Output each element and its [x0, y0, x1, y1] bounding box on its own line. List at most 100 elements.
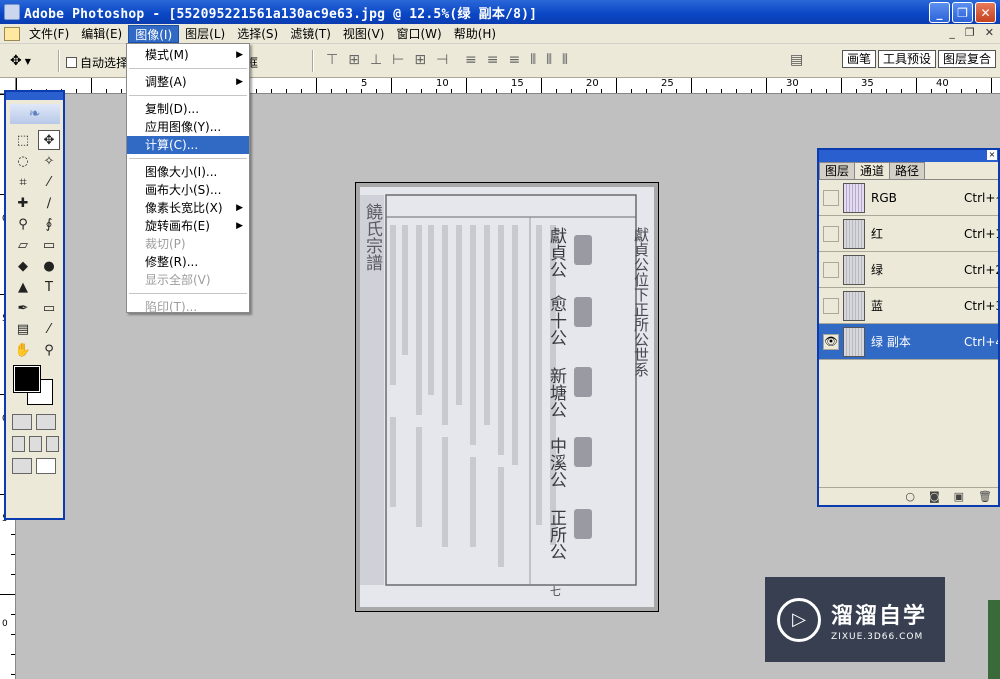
toolbox-titlebar[interactable]	[6, 92, 63, 100]
screen-mode-full-button[interactable]	[46, 436, 59, 452]
channel-row[interactable]: 绿 Ctrl+2	[819, 252, 998, 288]
move-tool-preset[interactable]: ✥ ▼	[10, 52, 46, 70]
feather-logo-icon[interactable]: ❧	[9, 104, 60, 124]
brushes-tab[interactable]: 画笔	[841, 50, 876, 68]
auto-select-checkbox[interactable]: 自动选择	[66, 54, 128, 71]
distribute-hcenter-icon[interactable]: ⫴	[546, 52, 552, 68]
magic-wand-icon[interactable]: ✧	[38, 151, 60, 171]
notes-tool-icon[interactable]: ▤	[12, 319, 34, 339]
checkbox-box[interactable]	[66, 57, 77, 68]
menu-filter[interactable]: 滤镜(T)	[284, 25, 337, 43]
align-top-icon[interactable]: ⊤	[326, 52, 338, 68]
visibility-eye-icon[interactable]: 👁	[823, 333, 839, 350]
healing-brush-icon[interactable]: ✚	[12, 193, 34, 213]
dodge-tool-icon[interactable]: ●	[38, 256, 60, 276]
menu-item[interactable]: 画布大小(S)...	[127, 181, 249, 199]
tab-channels[interactable]: 通道	[854, 162, 891, 179]
distribute-right-icon[interactable]: ⫴	[562, 52, 568, 68]
menu-item[interactable]: 修整(R)...	[127, 253, 249, 271]
screen-mode-full-menu-button[interactable]	[29, 436, 42, 452]
palette-well-icon[interactable]: ▤	[790, 52, 808, 68]
distribute-vcenter-icon[interactable]: ≡	[487, 52, 499, 68]
channel-row[interactable]: 👁 绿 副本 Ctrl+4	[819, 324, 998, 360]
shape-tool-icon[interactable]: ▭	[38, 298, 60, 318]
menu-file[interactable]: 文件(F)	[23, 25, 75, 43]
close-button[interactable]: ✕	[975, 2, 996, 23]
distribute-top-icon[interactable]: ≡	[465, 52, 477, 68]
slice-tool-icon[interactable]: ⁄	[38, 172, 60, 192]
blur-tool-icon[interactable]: ◆	[12, 256, 34, 276]
doc-minimize-button[interactable]: _	[949, 26, 955, 39]
align-hcenter-icon[interactable]: ⊞	[414, 52, 426, 68]
menu-item[interactable]: 复制(D)...	[127, 100, 249, 118]
visibility-eye-icon[interactable]	[823, 225, 839, 242]
visibility-eye-icon[interactable]	[823, 297, 839, 314]
palette-titlebar[interactable]: ×	[819, 150, 998, 162]
history-brush-icon[interactable]: ∮	[38, 214, 60, 234]
new-channel-icon[interactable]: ▣	[954, 490, 964, 503]
align-left-icon[interactable]: ⊢	[392, 52, 404, 68]
menu-item[interactable]: 图像大小(I)...	[127, 163, 249, 181]
menu-item[interactable]: 调整(A) ▶	[127, 73, 249, 91]
eyedropper-icon[interactable]: ⁄	[38, 319, 60, 339]
quick-mask-button[interactable]	[36, 414, 56, 430]
menu-item[interactable]: 模式(M) ▶	[127, 46, 249, 64]
align-vcenter-icon[interactable]: ⊞	[348, 52, 360, 68]
tool-presets-tab[interactable]: 工具预设	[877, 50, 936, 68]
move-tool-icon[interactable]: ✥	[38, 130, 60, 150]
pen-tool-icon[interactable]: ✒	[12, 298, 34, 318]
menu-item[interactable]: 应用图像(Y)...	[127, 118, 249, 136]
menu-edit[interactable]: 编辑(E)	[75, 25, 128, 43]
visibility-eye-icon[interactable]	[823, 189, 839, 206]
document-window[interactable]: 獻貞公位下正所公世系 獻貞公 愈十公 新塘公 中溪公 正所公 饒氏宗譜 七	[355, 182, 659, 612]
doc-restore-button[interactable]: ❐	[965, 26, 975, 39]
menu-select[interactable]: 选择(S)	[231, 25, 284, 43]
save-selection-icon[interactable]: ◙	[929, 490, 940, 503]
align-bottom-icon[interactable]: ⊥	[370, 52, 382, 68]
channel-row[interactable]: 红 Ctrl+1	[819, 216, 998, 252]
menu-view[interactable]: 视图(V)	[337, 25, 391, 43]
menu-separator	[129, 293, 247, 294]
menu-image[interactable]: 图像(I)	[128, 24, 180, 43]
trash-icon[interactable]: 🗑	[978, 490, 992, 503]
tab-layers[interactable]: 图层	[819, 162, 856, 179]
menu-item[interactable]: 计算(C)...	[127, 136, 249, 154]
ruler-tick	[586, 89, 587, 93]
path-select-icon[interactable]: ▲	[12, 277, 34, 297]
load-selection-icon[interactable]: ○	[905, 490, 915, 503]
standard-mode-button[interactable]	[12, 414, 32, 430]
channel-row[interactable]: 蓝 Ctrl+3	[819, 288, 998, 324]
crop-tool-icon[interactable]: ⌗	[12, 172, 34, 192]
menu-help[interactable]: 帮助(H)	[448, 25, 502, 43]
palette-close-icon[interactable]: ×	[987, 150, 997, 160]
visibility-eye-icon[interactable]	[823, 261, 839, 278]
check-icon[interactable]	[36, 458, 56, 474]
menu-item[interactable]: 旋转画布(E) ▶	[127, 217, 249, 235]
distribute-bottom-icon[interactable]: ≡	[508, 52, 520, 68]
doc-close-button[interactable]: ✕	[985, 26, 994, 39]
maximize-button[interactable]: ❐	[952, 2, 973, 23]
distribute-left-icon[interactable]: ⫴	[530, 52, 536, 68]
channel-row[interactable]: RGB Ctrl+~	[819, 180, 998, 216]
minimize-button[interactable]: _	[929, 2, 950, 23]
eraser-tool-icon[interactable]: ▱	[12, 235, 34, 255]
foreground-color-swatch[interactable]	[13, 365, 41, 393]
screen-mode-standard-button[interactable]	[12, 436, 25, 452]
menu-layer[interactable]: 图层(L)	[179, 25, 231, 43]
menu-window[interactable]: 窗口(W)	[390, 25, 447, 43]
hand-tool-icon[interactable]: ✋	[12, 340, 34, 360]
layer-comps-tab[interactable]: 图层复合	[937, 50, 996, 68]
marquee-tool-icon[interactable]: ⬚	[12, 130, 34, 150]
tab-paths[interactable]: 路径	[889, 162, 926, 179]
clone-stamp-icon[interactable]: ⚲	[12, 214, 34, 234]
menu-item[interactable]: 像素长宽比(X) ▶	[127, 199, 249, 217]
document-image[interactable]: 獻貞公位下正所公世系 獻貞公 愈十公 新塘公 中溪公 正所公 饒氏宗譜 七	[360, 187, 654, 607]
type-tool-icon[interactable]: T	[38, 277, 60, 297]
gradient-tool-icon[interactable]: ▭	[38, 235, 60, 255]
align-right-icon[interactable]: ⊣	[436, 52, 448, 68]
document-icon[interactable]	[4, 26, 20, 41]
brush-tool-icon[interactable]: ∕	[38, 193, 60, 213]
lasso-tool-icon[interactable]: ◌	[12, 151, 34, 171]
jump-to-imageready-icon[interactable]	[12, 458, 32, 474]
zoom-tool-icon[interactable]: ⚲	[38, 340, 60, 360]
